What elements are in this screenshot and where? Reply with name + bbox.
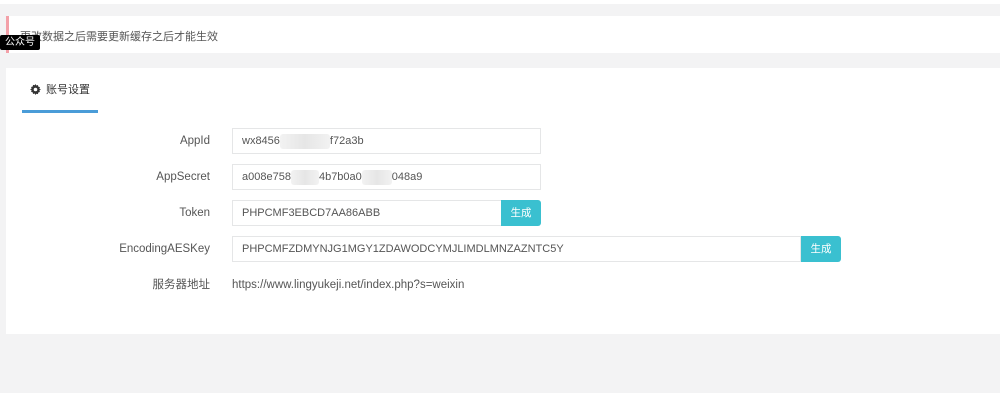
appsecret-redaction-1	[290, 169, 319, 185]
appsecret-input[interactable]: a008e758 4b7b0a0 048a9	[232, 164, 541, 190]
settings-panel: 账号设置 AppId wx8456 f72a3b AppSecret a008e7…	[6, 68, 1000, 334]
tooltip: 公众号	[0, 35, 40, 50]
appid-value-end: f72a3b	[329, 135, 364, 147]
appid-value-start: wx8456	[242, 135, 280, 147]
appsecret-redaction-2	[361, 169, 392, 185]
appid-redaction	[279, 133, 330, 149]
token-generate-button[interactable]: 生成	[501, 200, 541, 226]
aeskey-label: EncodingAESKey	[119, 243, 210, 255]
server-row: 服务器地址 https://www.lingyukeji.net/index.p…	[6, 272, 1000, 298]
appsecret-label: AppSecret	[156, 171, 210, 183]
tab-label: 账号设置	[46, 84, 90, 96]
appsecret-value-mid: 4b7b0a0	[318, 171, 362, 183]
notice-text: 更改数据之后需要更新缓存之后才能生效	[20, 31, 218, 43]
server-label: 服务器地址	[152, 279, 211, 291]
tab-account-settings[interactable]: 账号设置	[22, 68, 98, 113]
aeskey-generate-button[interactable]: 生成	[801, 236, 841, 262]
top-strip	[0, 0, 1000, 4]
notice-banner: 更改数据之后需要更新缓存之后才能生效	[6, 16, 1000, 53]
server-url: https://www.lingyukeji.net/index.php?s=w…	[232, 279, 465, 291]
token-input[interactable]: PHPCMF3EBCD7AA86ABB	[232, 200, 502, 226]
appsecret-row: AppSecret a008e758 4b7b0a0 048a9	[6, 164, 1000, 190]
token-row: Token PHPCMF3EBCD7AA86ABB 生成	[6, 200, 1000, 226]
appid-label: AppId	[179, 135, 210, 147]
gear-icon	[30, 83, 41, 95]
aeskey-input[interactable]: PHPCMFZDMYNJG1MGY1ZDAWODCYMJLIMDLMNZAZNT…	[232, 236, 801, 262]
appsecret-value-end: 048a9	[391, 171, 423, 183]
appid-row: AppId wx8456 f72a3b	[6, 128, 1000, 154]
appid-input[interactable]: wx8456 f72a3b	[232, 128, 541, 154]
appsecret-value-start: a008e758	[242, 171, 291, 183]
token-label: Token	[179, 207, 210, 219]
aeskey-row: EncodingAESKey PHPCMFZDMYNJG1MGY1ZDAWODC…	[6, 236, 1000, 262]
